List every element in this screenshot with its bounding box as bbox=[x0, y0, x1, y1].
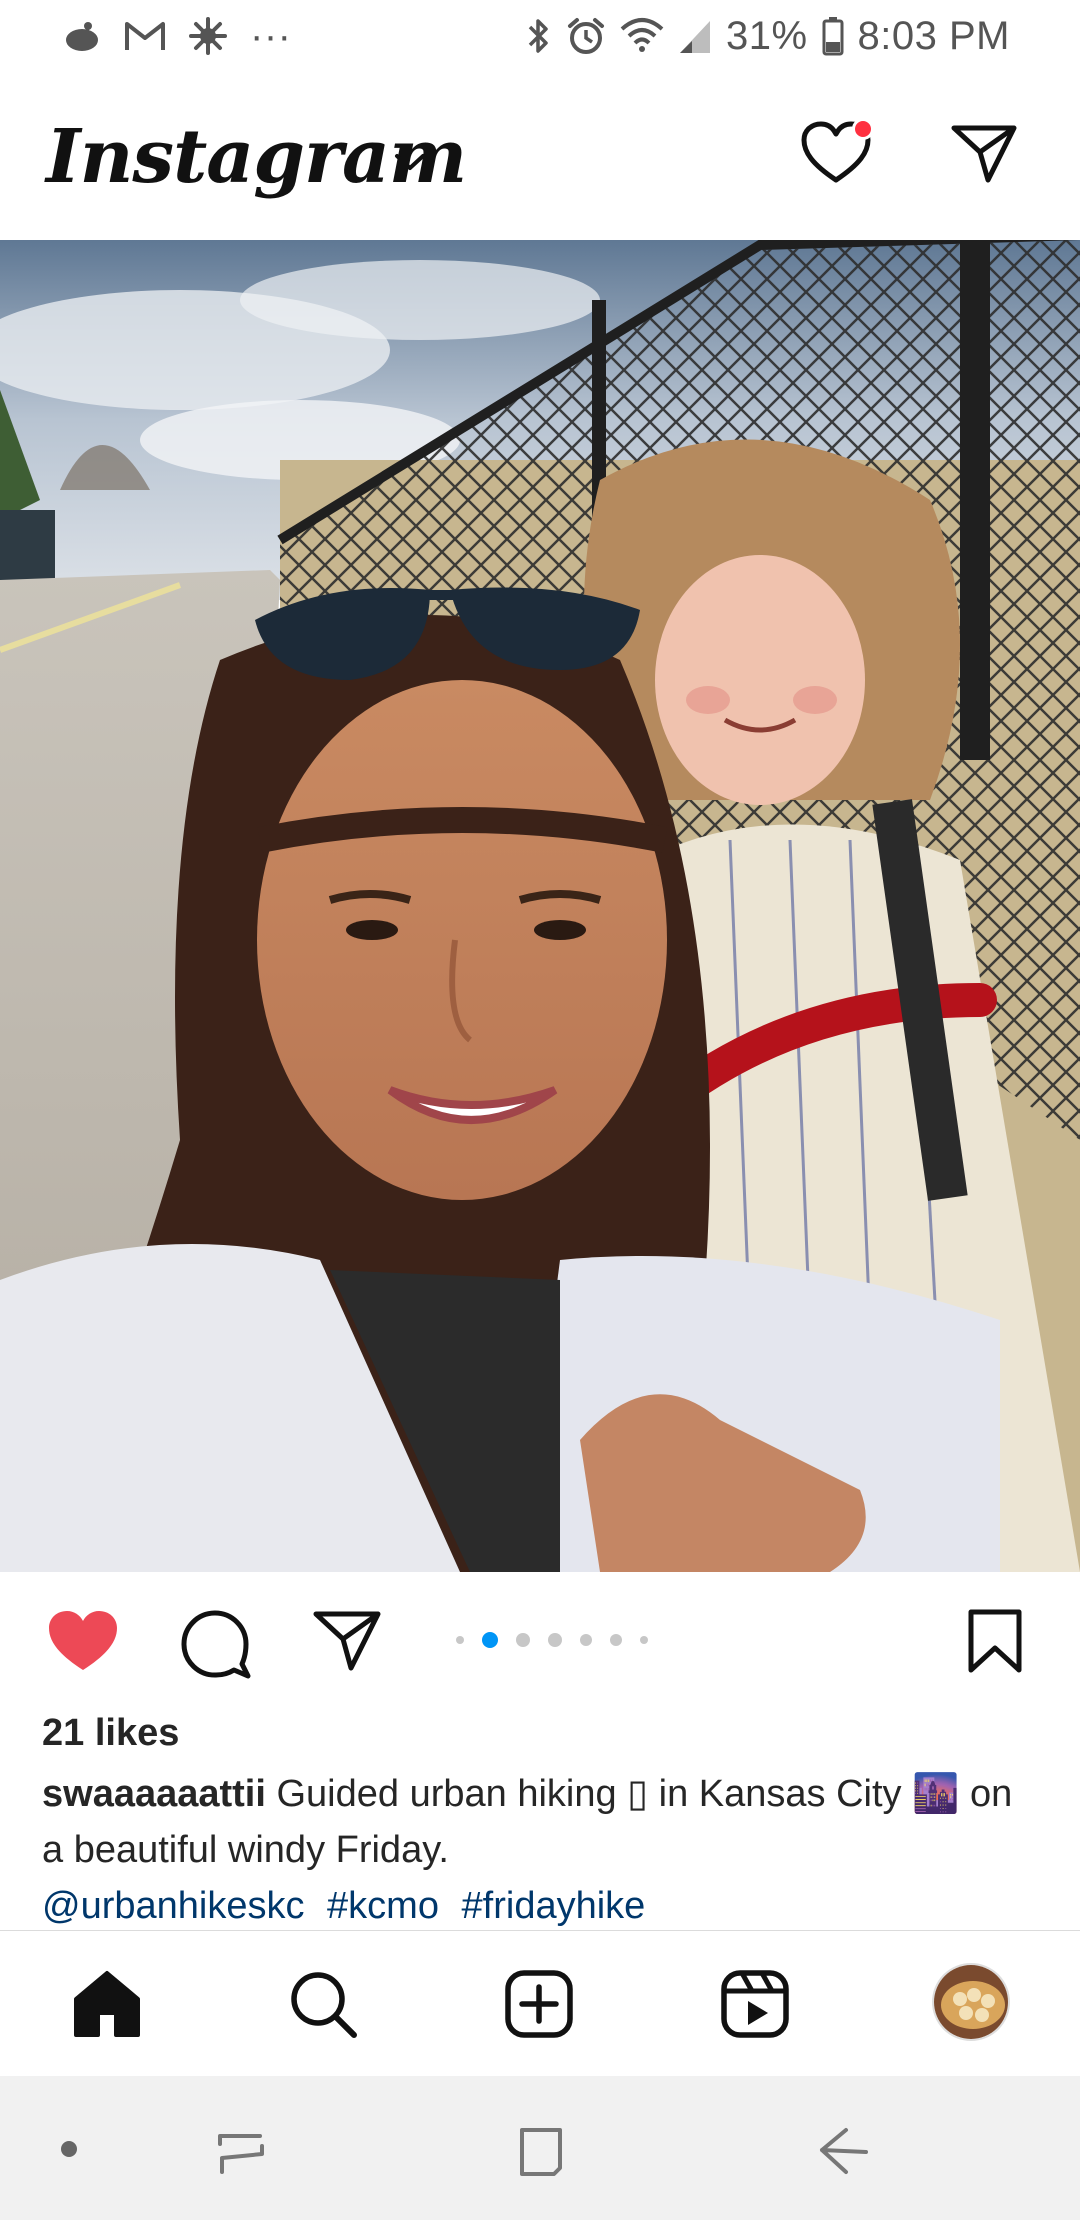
bluetooth-icon bbox=[526, 16, 552, 56]
notification-app-icon bbox=[62, 16, 102, 56]
carousel-dot bbox=[548, 1633, 562, 1647]
hashtag-link[interactable]: #fridayhike bbox=[462, 1885, 646, 1927]
reels-icon[interactable] bbox=[720, 1969, 790, 2044]
carousel-dot bbox=[580, 1634, 592, 1646]
bookmark-icon[interactable] bbox=[966, 1608, 1024, 1679]
back-icon[interactable] bbox=[816, 2124, 870, 2183]
signal-icon bbox=[678, 17, 712, 55]
selfie-photo-illustration bbox=[0, 240, 1080, 1572]
clock: 8:03 PM bbox=[857, 13, 1010, 58]
home-icon[interactable] bbox=[72, 1969, 142, 2044]
home-square-icon[interactable] bbox=[514, 2124, 568, 2183]
caption-tags: @urbanhikeskc #kcmo #fridayhike bbox=[42, 1878, 1042, 1934]
settings-burst-icon bbox=[188, 16, 228, 56]
hashtag-link[interactable]: #kcmo bbox=[327, 1885, 439, 1927]
post-caption: swaaaaaattii Guided urban hiking ▯ in Ka… bbox=[42, 1766, 1042, 1934]
carousel-dot-active bbox=[482, 1632, 498, 1648]
share-icon[interactable] bbox=[312, 1608, 382, 1677]
chevron-down-icon[interactable] bbox=[392, 150, 428, 179]
gmail-icon bbox=[124, 19, 166, 53]
wifi-icon bbox=[620, 17, 664, 55]
recents-icon[interactable] bbox=[214, 2124, 268, 2183]
system-nav-bar bbox=[0, 2076, 1080, 2220]
carousel-dot bbox=[456, 1636, 464, 1644]
direct-message-icon[interactable] bbox=[950, 122, 1018, 189]
battery-icon bbox=[822, 16, 844, 56]
status-overflow: ··· bbox=[250, 13, 292, 58]
carousel-dot bbox=[516, 1633, 530, 1647]
app-header: Instagram bbox=[0, 100, 1080, 240]
battery-percentage: 31% bbox=[725, 13, 808, 58]
post-photo[interactable] bbox=[0, 240, 1080, 1572]
likes-count[interactable]: 21 likes bbox=[42, 1712, 179, 1755]
status-bar: ··· 31% 8:03 PM bbox=[0, 0, 1080, 72]
carousel-indicator bbox=[456, 1632, 648, 1648]
heart-filled-icon[interactable] bbox=[46, 1608, 120, 1679]
search-icon[interactable] bbox=[288, 1969, 358, 2044]
comment-icon[interactable] bbox=[180, 1608, 252, 1685]
mention-link[interactable]: @urbanhikeskc bbox=[42, 1885, 304, 1927]
carousel-dot bbox=[610, 1634, 622, 1646]
notification-dot bbox=[852, 118, 874, 140]
profile-avatar[interactable] bbox=[932, 1963, 1010, 2041]
create-post-icon[interactable] bbox=[504, 1969, 574, 2044]
caption-username[interactable]: swaaaaaattii bbox=[42, 1773, 266, 1815]
alarm-icon bbox=[566, 16, 606, 56]
carousel-dot bbox=[640, 1636, 648, 1644]
status-bar-left: ··· bbox=[62, 14, 291, 58]
status-bar-right: 31% 8:03 PM bbox=[526, 12, 1010, 60]
dot-icon[interactable] bbox=[60, 2140, 78, 2163]
bottom-nav bbox=[0, 1930, 1080, 2076]
